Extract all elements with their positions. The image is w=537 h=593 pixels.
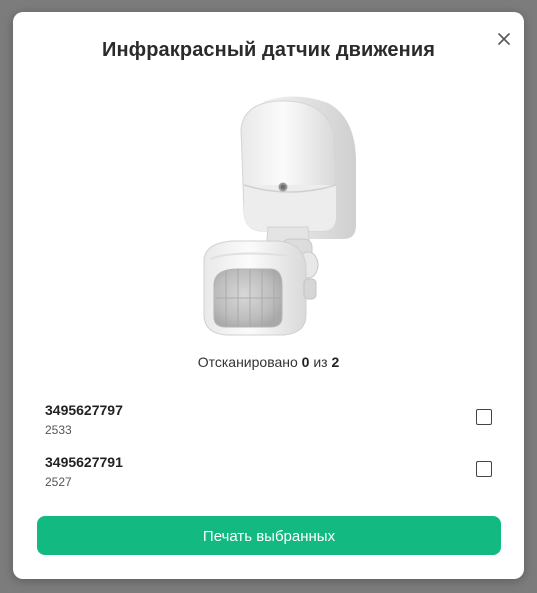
total-count: 2 xyxy=(331,354,340,370)
modal-title: Инфракрасный датчик движения xyxy=(101,39,436,61)
list-item: 3495627791 2527 xyxy=(45,454,495,494)
product-modal: Инфракрасный датчик движения Отсканирова… xyxy=(13,12,524,579)
list-item: 3495627797 2533 xyxy=(45,402,495,442)
close-icon[interactable] xyxy=(495,30,513,48)
item-subcode: 2533 xyxy=(45,423,72,437)
item-checkbox[interactable] xyxy=(476,409,492,425)
item-checkbox[interactable] xyxy=(476,461,492,477)
item-subcode: 2527 xyxy=(45,475,72,489)
motion-sensor-image xyxy=(186,89,357,339)
scan-status-separator: из xyxy=(313,354,328,370)
item-code: 3495627791 xyxy=(45,454,123,470)
scan-status-prefix: Отсканировано xyxy=(197,354,298,370)
print-selected-button[interactable]: Печать выбранных xyxy=(37,516,501,555)
scanned-count: 0 xyxy=(301,354,310,370)
scan-status: Отсканировано 0 из 2 xyxy=(13,354,524,370)
item-code: 3495627797 xyxy=(45,402,123,418)
